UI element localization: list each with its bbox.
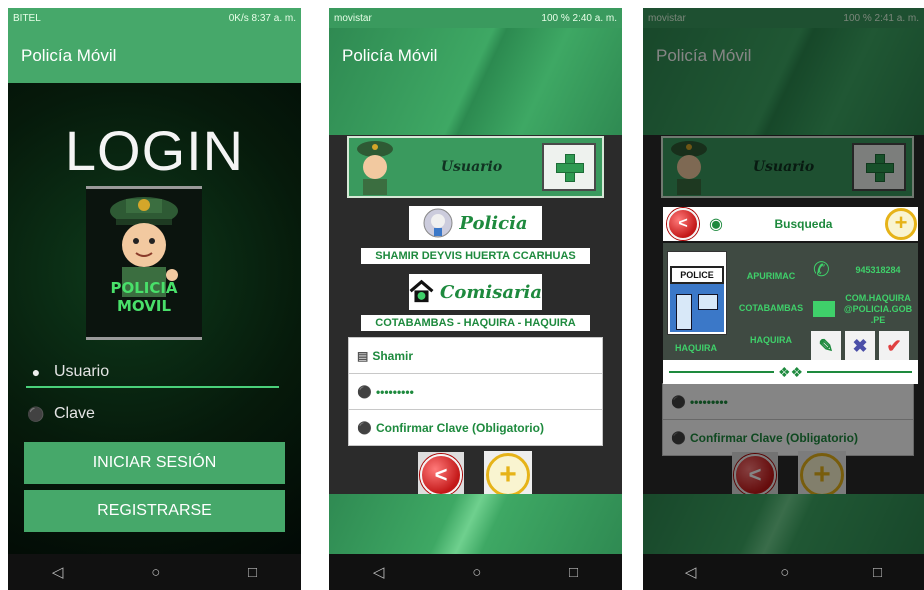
plus-icon: +: [885, 208, 917, 240]
region-text: APURIMAC: [746, 271, 796, 281]
police-mascot-logo: POLICIA MOVIL: [86, 186, 202, 340]
search-add-button[interactable]: +: [884, 207, 918, 241]
nav-home-icon[interactable]: ○: [780, 564, 789, 581]
police-sign: POLICE: [670, 266, 724, 284]
app-bar: Policía Móvil: [8, 28, 301, 83]
edit-pencil-icon[interactable]: ✎: [811, 331, 841, 361]
nav-back-icon[interactable]: ◁: [373, 563, 385, 581]
key-icon: ⚫: [357, 420, 372, 435]
ornament-divider: ❖❖: [663, 360, 918, 384]
email-text: COM.HAQUIRA @POLICIA.GOB .PE: [843, 293, 913, 325]
usuario-banner: Usuario: [347, 136, 604, 198]
nav-home-icon[interactable]: ○: [151, 564, 160, 581]
android-nav-bar: ◁ ○ □: [643, 554, 924, 590]
add-button[interactable]: +: [484, 451, 532, 499]
app-bar: Policía Móvil: [329, 28, 622, 83]
user-form: ▤ Shamir ⚫ ••••••••• ⚫ Confirmar Clave (…: [348, 337, 603, 446]
comisaria-badge: Comisaria: [409, 274, 542, 310]
search-bar: < ◉ Busqueda +: [663, 207, 918, 241]
confirm-password-input[interactable]: ⚫ Confirmar Clave (Obligatorio): [349, 410, 602, 445]
password-input[interactable]: ⚫ •••••••••: [349, 374, 602, 410]
login-button[interactable]: INICIAR SESIÓN: [24, 442, 285, 484]
policia-badge: Policia: [409, 206, 542, 240]
nav-home-icon[interactable]: ○: [472, 564, 481, 581]
login-title: LOGIN: [64, 119, 245, 182]
mail-icon: [813, 301, 835, 317]
password-field[interactable]: ⚫ Clave: [26, 400, 279, 428]
officer-avatar-icon: [423, 208, 453, 238]
confirm-password-placeholder: Confirmar Clave (Obligatorio): [375, 420, 544, 435]
delete-x-icon[interactable]: ✖: [845, 331, 875, 361]
location-text: COTABAMBAS - HAQUIRA - HAQUIRA: [361, 315, 590, 331]
user-icon: ●: [31, 364, 41, 380]
key-icon: ⚫: [27, 405, 45, 422]
logo-text: POLICIA MOVIL: [110, 279, 178, 315]
app-title: Policía Móvil: [21, 45, 117, 65]
password-placeholder: Clave: [54, 405, 95, 422]
status-info: 0K/s 8:37 a. m.: [228, 12, 296, 24]
officer-name: SHAMIR DEYVIS HUERTA CCARHUAS: [361, 248, 590, 264]
district-secondary-text: HAQUIRA: [675, 343, 717, 353]
key-icon: ⚫: [357, 384, 372, 399]
username-input[interactable]: ▤ Shamir: [349, 338, 602, 374]
phone-search-screen: movistar 100 % 2:41 a. m. Policía Móvil …: [643, 8, 924, 590]
phone-icon: ✆: [813, 259, 830, 281]
android-nav-bar: ◁ ○ □: [329, 554, 622, 590]
search-label[interactable]: Busqueda: [723, 217, 884, 231]
nav-back-icon[interactable]: ◁: [52, 563, 64, 581]
phone-user-form-screen: movistar 100 % 2:40 a. m. Policía Móvil …: [329, 8, 622, 590]
province-text: COTABAMBAS: [738, 303, 804, 313]
nav-recent-icon[interactable]: □: [569, 564, 578, 581]
nav-recent-icon[interactable]: □: [873, 564, 882, 581]
back-button[interactable]: <: [418, 452, 464, 498]
usuario-label: Usuario: [440, 159, 503, 175]
station-window: [698, 294, 718, 310]
policia-label: Policia: [459, 212, 528, 234]
app-title: Policía Móvil: [342, 45, 438, 65]
phone-login-screen: BITEL 0K/s 8:37 a. m. Policía Móvil LOGI…: [8, 8, 301, 590]
username-field[interactable]: ● Usuario: [26, 358, 279, 388]
register-button[interactable]: REGISTRARSE: [24, 490, 285, 532]
search-back-button[interactable]: <: [663, 207, 703, 241]
ornament-icon: ❖❖: [773, 363, 808, 381]
plus-icon: +: [486, 453, 530, 497]
eye-icon: ◉: [709, 216, 723, 233]
police-mascot-icon: [357, 141, 393, 195]
password-value: •••••••••: [375, 384, 414, 399]
status-info: 100 % 2:40 a. m.: [541, 12, 617, 24]
phone-number: 945318284: [855, 265, 901, 275]
status-bar: movistar 100 % 2:40 a. m.: [329, 8, 622, 28]
police-station-icon: POLICE: [667, 251, 727, 335]
comisaria-label: Comisaria: [440, 281, 542, 303]
back-arrow-icon: <: [420, 454, 462, 496]
footer-decoration: [329, 494, 622, 554]
username-value: Shamir: [372, 348, 414, 363]
android-nav-bar: ◁ ○ □: [8, 554, 301, 590]
add-user-button[interactable]: [542, 143, 596, 191]
nav-back-icon[interactable]: ◁: [685, 563, 697, 581]
district-text: HAQUIRA: [750, 335, 792, 345]
confirm-check-icon[interactable]: ✔: [879, 331, 909, 361]
status-bar: BITEL 0K/s 8:37 a. m.: [8, 8, 301, 28]
station-door: [676, 294, 692, 330]
nav-recent-icon[interactable]: □: [248, 564, 257, 581]
status-carrier: movistar: [334, 12, 372, 24]
plus-icon: [556, 154, 584, 182]
username-placeholder: Usuario: [54, 363, 110, 380]
house-icon: [409, 279, 434, 303]
status-carrier: BITEL: [13, 12, 41, 24]
id-card-icon: ▤: [357, 348, 369, 363]
back-arrow-icon: <: [667, 208, 699, 240]
